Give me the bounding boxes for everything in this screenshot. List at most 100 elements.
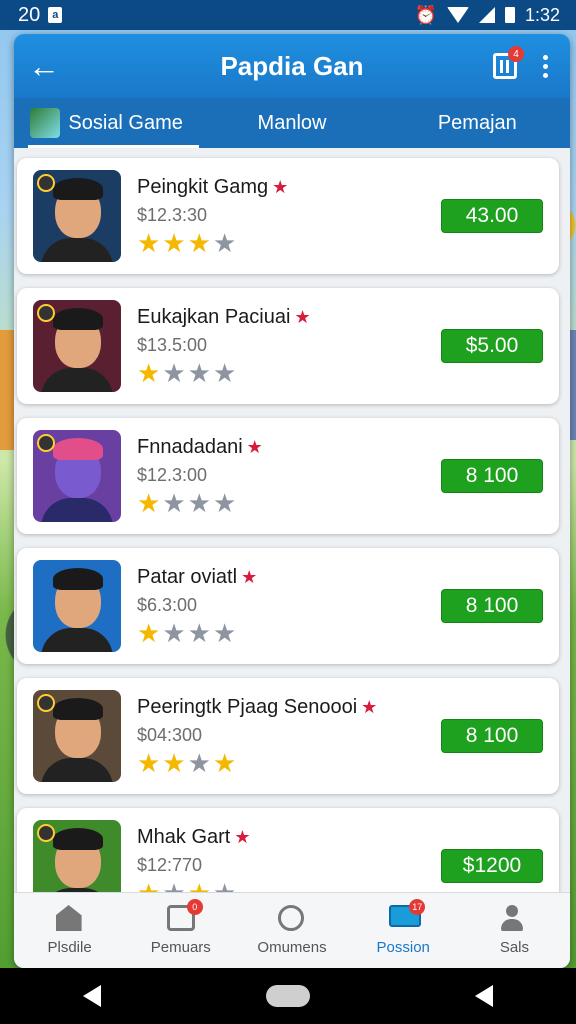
star-icon: ★ bbox=[137, 880, 160, 892]
nav-label: Plsdile bbox=[47, 939, 92, 956]
star-icon: ★ bbox=[137, 488, 161, 518]
game-list: Peingkit Gamg ★ $12.3:30 ★ ★ ★ ★ 43.00 Eukaj… bbox=[14, 148, 570, 892]
tab-manlow[interactable]: Manlow bbox=[199, 98, 384, 148]
calendar-badge: 4 bbox=[508, 46, 524, 62]
game-thumbnail bbox=[33, 170, 121, 262]
list-item[interactable]: Peeringtk Pjaag Senoooi ★ $04:300 ★ ★ ★ ★ 8 … bbox=[17, 678, 559, 794]
item-price: $12.3:00 bbox=[137, 465, 208, 485]
battery-icon bbox=[504, 7, 515, 23]
bottom-navigation: Plsdile 0 Pemuars Omumens 17 Possion Sal… bbox=[14, 892, 570, 968]
rank-badge-icon bbox=[37, 434, 55, 452]
tab-bar: Sosial Game Manlow Pemajan bbox=[14, 98, 570, 148]
nav-plsdile[interactable]: Plsdile bbox=[14, 893, 125, 968]
tab-label: Pemajan bbox=[437, 111, 517, 134]
list-item[interactable]: Mhak Gart★ $12:770 ★★★★ $1200 bbox=[17, 808, 559, 892]
home-icon bbox=[55, 905, 84, 933]
buy-button[interactable]: $1200 bbox=[441, 849, 543, 883]
calendar-icon[interactable]: 4 bbox=[493, 46, 524, 79]
list-item[interactable]: Fnnadadani ★ $12.3:00 ★ ★ ★ ★ 8 100 bbox=[17, 418, 559, 534]
tab-sosial-game[interactable]: Sosial Game bbox=[14, 98, 200, 148]
star-icon: ★ bbox=[212, 618, 237, 648]
star-icon: ★ bbox=[162, 228, 186, 258]
tab-label: Manlow bbox=[257, 111, 327, 134]
nav-badge: 0 bbox=[186, 899, 203, 915]
item-name: Peeringtk Pjaag Senoooi ★ bbox=[137, 696, 378, 718]
star-icon: ★ bbox=[137, 748, 161, 778]
star-icon: ★ bbox=[162, 618, 186, 648]
buy-button[interactable]: $5.00 bbox=[441, 329, 543, 363]
favorite-star-icon: ★ bbox=[234, 827, 251, 847]
nav-omumens[interactable]: Omumens bbox=[236, 893, 347, 968]
favorite-star-icon: ★ bbox=[241, 567, 258, 587]
tab-label: Sosial Game bbox=[68, 111, 183, 134]
game-thumbnail bbox=[33, 820, 121, 892]
tab-game-thumbnail bbox=[30, 108, 61, 138]
tab-pemajan[interactable]: Pemajan bbox=[385, 98, 570, 148]
status-bar: 20 a ⏰ 1:32 bbox=[0, 0, 576, 30]
star-rating: ★★★★ bbox=[137, 620, 441, 646]
star-icon: ★ bbox=[162, 880, 185, 892]
star-rating: ★★★★ bbox=[137, 490, 441, 516]
wifi-icon bbox=[446, 7, 469, 23]
star-icon: ★ bbox=[162, 748, 186, 778]
list-item[interactable]: Peingkit Gamg ★ $12.3:30 ★ ★ ★ ★ 43.00 bbox=[17, 158, 559, 274]
star-icon: ★ bbox=[187, 358, 211, 388]
list-item[interactable]: Eukajkan Paciuai ★ $13.5:00 ★ ★ ★ ★ $5.00 bbox=[17, 288, 559, 404]
nav-pemuars[interactable]: 0 Pemuars bbox=[125, 893, 236, 968]
item-name: Fnnadadani ★ bbox=[137, 436, 263, 458]
favorite-star-icon: ★ bbox=[361, 697, 378, 717]
nav-possion[interactable]: 17 Possion bbox=[348, 893, 459, 968]
rank-badge-icon bbox=[37, 174, 55, 192]
list-item[interactable]: Patar oviatl ★ $6.3:00 ★ ★ ★ ★ 8 100 bbox=[17, 548, 559, 664]
item-price: $6.3:00 bbox=[137, 595, 198, 615]
system-home-icon[interactable] bbox=[265, 985, 310, 1007]
buy-button[interactable]: 8 100 bbox=[441, 719, 543, 753]
star-icon: ★ bbox=[188, 880, 211, 892]
buy-button[interactable]: 8 100 bbox=[441, 459, 543, 493]
signal-icon bbox=[478, 7, 495, 23]
star-icon: ★ bbox=[212, 358, 237, 388]
star-icon: ★ bbox=[187, 618, 211, 648]
game-thumbnail bbox=[33, 430, 121, 522]
alarm-icon: ⏰ bbox=[414, 4, 437, 25]
star-rating: ★★★★ bbox=[137, 750, 441, 776]
star-icon: ★ bbox=[187, 228, 211, 258]
nav-sals[interactable]: Sals bbox=[459, 893, 570, 968]
favorite-star-icon: ★ bbox=[272, 177, 289, 197]
item-name: Mhak Gart ★ bbox=[137, 826, 251, 848]
game-thumbnail bbox=[33, 300, 121, 392]
favorite-star-icon: ★ bbox=[294, 307, 311, 327]
system-recents-icon[interactable] bbox=[475, 985, 494, 1007]
nav-label: Possion bbox=[376, 939, 430, 956]
nav-label: Sals bbox=[499, 939, 529, 956]
star-icon: ★ bbox=[187, 748, 211, 778]
buy-button[interactable]: 43.00 bbox=[441, 199, 543, 233]
gift-icon: 0 bbox=[166, 899, 203, 933]
app-panel: ← Papdia Gan 4 Sosial Game Manlow Pemaja… bbox=[14, 34, 570, 968]
item-price: $12.3:30 bbox=[137, 205, 208, 225]
item-price: $12:770 bbox=[137, 855, 203, 875]
item-price: $04:300 bbox=[137, 725, 203, 745]
rank-badge-icon bbox=[37, 824, 55, 842]
status-time-left: 20 bbox=[18, 3, 41, 26]
nav-badge: 17 bbox=[409, 899, 426, 915]
rank-badge-icon bbox=[37, 694, 55, 712]
system-back-icon[interactable] bbox=[82, 985, 101, 1007]
star-icon: ★ bbox=[137, 228, 161, 258]
game-thumbnail bbox=[33, 560, 121, 652]
star-rating: ★★★★ bbox=[137, 360, 441, 386]
more-options-icon[interactable] bbox=[543, 54, 548, 78]
star-icon: ★ bbox=[137, 358, 161, 388]
star-icon: ★ bbox=[137, 618, 161, 648]
back-arrow-icon[interactable]: ← bbox=[14, 34, 74, 98]
notification-badge-icon: a bbox=[48, 7, 63, 23]
chat-icon bbox=[278, 905, 306, 933]
nav-label: Omumens bbox=[257, 939, 327, 956]
star-icon: ★ bbox=[212, 228, 237, 258]
favorite-star-icon: ★ bbox=[246, 437, 263, 457]
star-rating: ★★★★ bbox=[137, 230, 441, 256]
star-icon: ★ bbox=[162, 488, 186, 518]
buy-button[interactable]: 8 100 bbox=[441, 589, 543, 623]
nav-label: Pemuars bbox=[150, 939, 211, 956]
item-name: Patar oviatl ★ bbox=[137, 566, 258, 588]
